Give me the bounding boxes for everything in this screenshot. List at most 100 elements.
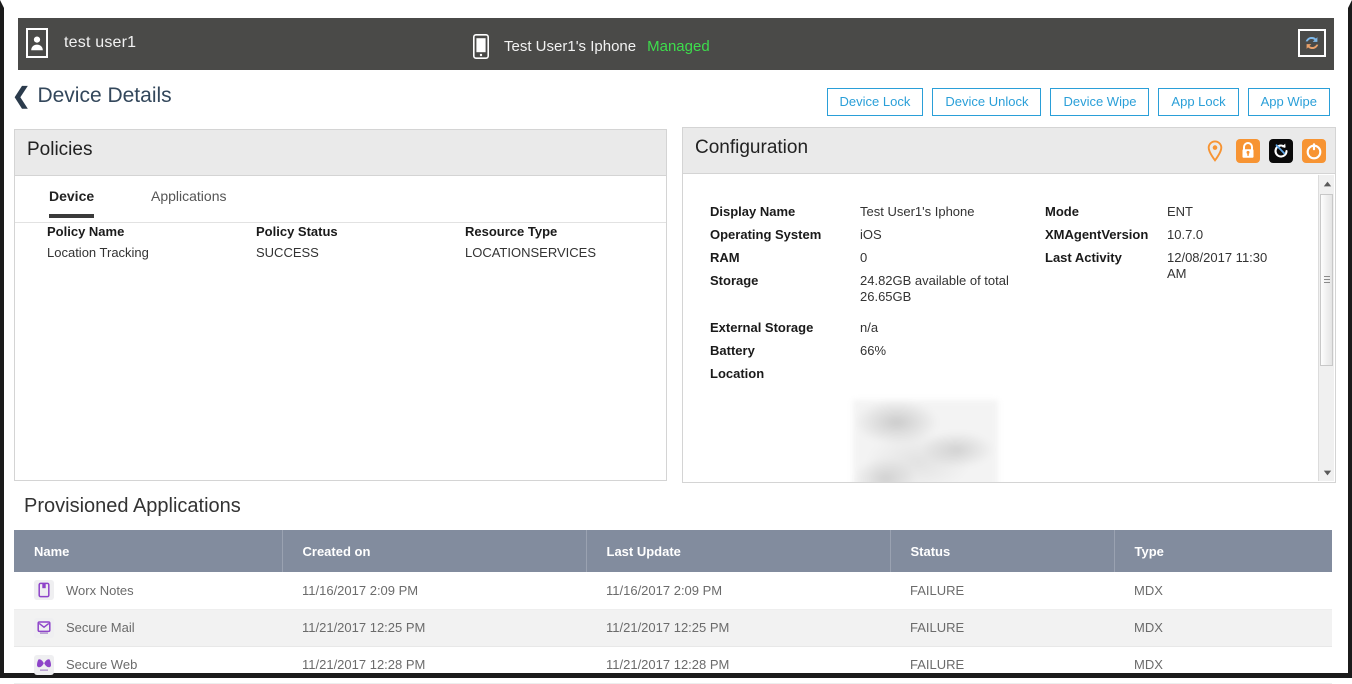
cell-created-on: 11/21/2017 12:28 PM [282, 646, 586, 683]
cell-type: MDX [1114, 609, 1332, 646]
device-unlock-button[interactable]: Device Unlock [932, 88, 1041, 116]
column-header-created-on[interactable]: Created on [282, 530, 586, 572]
policies-title: Policies [27, 139, 92, 161]
column-header-type[interactable]: Type [1114, 530, 1332, 572]
lock-icon[interactable] [1236, 139, 1260, 163]
configuration-action-icons [1194, 139, 1326, 163]
location-pin-icon[interactable] [1203, 139, 1227, 163]
cell-last-update: 11/21/2017 12:28 PM [586, 646, 890, 683]
column-header-status[interactable]: Status [890, 530, 1114, 572]
cell-last-update: 11/16/2017 2:09 PM [586, 572, 890, 609]
refresh-sync-icon[interactable] [1298, 29, 1326, 57]
column-header-policy-status: Policy Status [256, 224, 338, 239]
app-lock-button[interactable]: App Lock [1158, 88, 1238, 116]
device-action-buttons: Device Lock Device Unlock Device Wipe Ap… [818, 88, 1330, 116]
config-field-last-activity: Last Activity 12/08/2017 11:30 AM [1045, 250, 1285, 282]
config-value: iOS [860, 227, 1010, 243]
cell-type: MDX [1114, 572, 1332, 609]
config-value: 0 [860, 250, 1010, 266]
config-field-location: Location [710, 366, 1010, 382]
tab-applications[interactable]: Applications [151, 188, 227, 217]
config-field-battery: Battery 66% [710, 343, 1010, 359]
column-header-policy-name: Policy Name [47, 224, 149, 239]
config-value: n/a [860, 320, 1010, 336]
app-wipe-button[interactable]: App Wipe [1248, 88, 1330, 116]
table-row[interactable]: Worx Notes 11/16/2017 2:09 PM 11/16/2017… [14, 572, 1332, 609]
column-header-name[interactable]: Name [14, 530, 282, 572]
secure-mail-app-icon [34, 618, 66, 638]
config-label: Operating System [710, 227, 860, 243]
configuration-panel: Configuration [682, 127, 1336, 483]
power-restart-icon[interactable] [1302, 139, 1326, 163]
page-frame: test user1 Test User1's Iphone Managed ❮ [0, 0, 1352, 678]
config-field-xmagentversion: XMAgentVersion 10.7.0 [1045, 227, 1285, 243]
device-lock-button[interactable]: Device Lock [827, 88, 924, 116]
config-value: 12/08/2017 11:30 AM [1167, 250, 1285, 282]
config-label: RAM [710, 250, 860, 266]
top-context-bar: test user1 Test User1's Iphone Managed [18, 18, 1334, 70]
user-name-label: test user1 [64, 34, 136, 52]
scroll-down-arrow-icon[interactable] [1319, 464, 1335, 481]
config-label: Battery [710, 343, 860, 359]
device-wipe-refresh-icon[interactable] [1269, 139, 1293, 163]
config-field-operating-system: Operating System iOS [710, 227, 1010, 243]
config-field-external-storage: External Storage n/a [710, 320, 1010, 336]
config-label: Storage [710, 273, 860, 305]
chevron-left-icon[interactable]: ❮ [12, 85, 30, 107]
config-label: Display Name [710, 204, 860, 220]
config-value: 10.7.0 [1167, 227, 1285, 243]
app-name-label: Secure Mail [66, 620, 135, 635]
mobile-phone-icon [473, 34, 489, 59]
policies-tabs: Device Applications [15, 176, 666, 223]
cell-status: FAILURE [890, 572, 1114, 609]
page-title: ❮ Device Details [12, 84, 172, 108]
page-content: test user1 Test User1's Iphone Managed ❮ [4, 8, 1348, 673]
user-context[interactable]: test user1 [26, 28, 136, 58]
policies-panel: Policies Device Applications Policy Name… [14, 129, 667, 481]
config-label: XMAgentVersion [1045, 227, 1167, 243]
tab-device[interactable]: Device [49, 188, 94, 217]
device-wipe-button[interactable]: Device Wipe [1050, 88, 1149, 116]
config-field-display-name: Display Name Test User1's Iphone [710, 204, 1010, 220]
table-header-row: Name Created on Last Update Status Type [14, 530, 1332, 572]
cell-app-name: Worx Notes [14, 572, 282, 609]
cell-policy-status: SUCCESS [256, 245, 338, 260]
page-header-row: ❮ Device Details Device Lock Device Unlo… [4, 80, 1348, 124]
policy-status-column: Policy Status SUCCESS [256, 224, 338, 260]
device-name-label: Test User1's Iphone [504, 38, 636, 55]
configuration-body: Display Name Test User1's Iphone Operati… [683, 174, 1318, 482]
resource-type-column: Resource Type LOCATIONSERVICES [465, 224, 596, 260]
config-value: ENT [1167, 204, 1285, 220]
secure-web-app-icon [34, 655, 66, 675]
location-map-redacted [853, 400, 998, 482]
configuration-right-column: Mode ENT XMAgentVersion 10.7.0 Last Acti… [1045, 204, 1285, 289]
provisioned-applications-table: Name Created on Last Update Status Type [14, 530, 1332, 684]
config-value: 66% [860, 343, 1010, 359]
scrollbar-grip-icon [1324, 276, 1330, 284]
config-label: Location [710, 366, 860, 382]
device-status-badge: Managed [647, 38, 710, 55]
cell-type: MDX [1114, 646, 1332, 683]
cell-created-on: 11/21/2017 12:25 PM [282, 609, 586, 646]
column-header-last-update[interactable]: Last Update [586, 530, 890, 572]
provisioned-applications-title: Provisioned Applications [24, 495, 241, 518]
cell-last-update: 11/21/2017 12:25 PM [586, 609, 890, 646]
config-value: Test User1's Iphone [860, 204, 1010, 220]
scroll-up-arrow-icon[interactable] [1319, 175, 1335, 192]
cell-app-name: Secure Web [14, 646, 282, 683]
config-field-storage: Storage 24.82GB available of total 26.65… [710, 273, 1010, 305]
policy-name-column: Policy Name Location Tracking [47, 224, 149, 260]
config-field-mode: Mode ENT [1045, 204, 1285, 220]
scrollbar-thumb[interactable] [1320, 194, 1333, 366]
policies-panel-header: Policies [15, 130, 666, 176]
config-field-ram: RAM 0 [710, 250, 1010, 266]
configuration-scrollbar[interactable] [1318, 175, 1334, 481]
table-row[interactable]: Secure Web 11/21/2017 12:28 PM 11/21/201… [14, 646, 1332, 683]
cell-policy-name: Location Tracking [47, 245, 149, 260]
cell-resource-type: LOCATIONSERVICES [465, 245, 596, 260]
device-context[interactable]: Test User1's Iphone Managed [473, 34, 710, 59]
configuration-panel-header: Configuration [683, 128, 1335, 174]
cell-created-on: 11/16/2017 2:09 PM [282, 572, 586, 609]
app-name-label: Secure Web [66, 657, 137, 672]
table-row[interactable]: Secure Mail 11/21/2017 12:25 PM 11/21/20… [14, 609, 1332, 646]
